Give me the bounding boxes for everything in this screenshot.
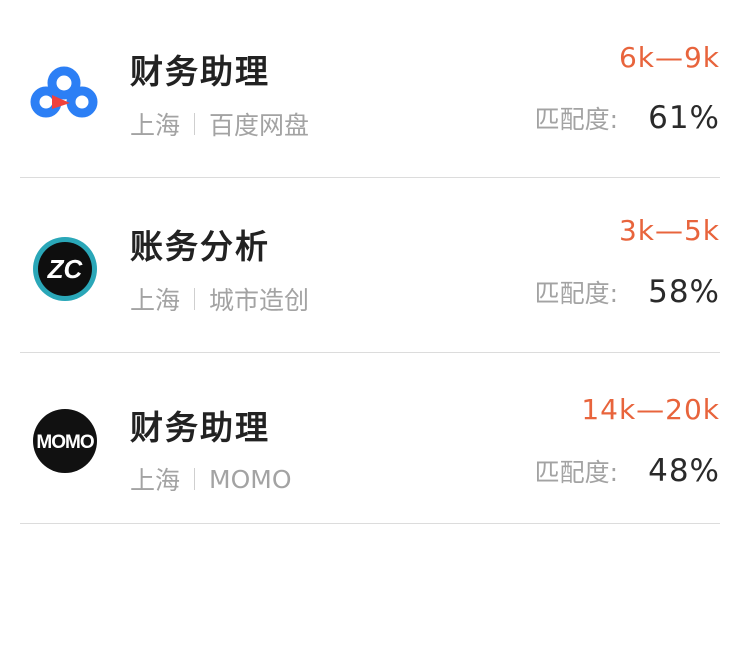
momo-logo-text: MOMO [36,432,93,453]
company-name: 百度网盘 [209,111,310,140]
meta-divider [194,288,196,310]
job-card[interactable]: ZC 账务分析 上海 城市造创 3k—5k 匹配度: 58% [20,178,720,353]
meta-divider [194,468,196,490]
match-label: 匹配度: [534,458,619,487]
job-meta: 上海 百度网盘 [130,106,309,142]
job-meta: 上海 城市造创 [130,281,309,317]
job-city: 上海 [130,111,181,140]
zc-logo-text: ZC [47,254,84,284]
salary-range: 14k—20k [581,393,720,426]
job-city: 上海 [130,286,181,315]
job-card[interactable]: MOMO 财务助理 上海 MOMO 14k—20k 匹配度: 48% [20,353,720,524]
match-label: 匹配度: [534,279,619,308]
baidu-netdisk-logo-icon [30,66,98,118]
salary-range: 6k—9k [618,41,720,74]
job-title: 财务助理 [130,408,270,447]
match-value: 48% [648,453,720,489]
match-value: 58% [648,274,720,310]
job-title: 财务助理 [130,52,270,91]
meta-divider [194,113,196,135]
match-value: 61% [648,100,720,136]
match-score: 匹配度: 48% [535,453,720,489]
match-label: 匹配度: [534,105,619,134]
job-list: 财务助理 上海 百度网盘 6k—9k 匹配度: 61% ZC 账务分析 上海 城… [0,0,750,524]
salary-range: 3k—5k [618,214,720,247]
zc-logo-icon: ZC [33,237,97,301]
job-title: 账务分析 [130,227,270,266]
company-name: MOMO [209,464,292,494]
job-meta: 上海 MOMO [130,461,292,497]
job-card[interactable]: 财务助理 上海 百度网盘 6k—9k 匹配度: 61% [20,0,720,178]
momo-logo-icon: MOMO [33,409,97,473]
match-score: 匹配度: 58% [535,274,720,310]
company-name: 城市造创 [209,286,310,315]
job-city: 上海 [130,466,181,495]
match-score: 匹配度: 61% [535,100,720,136]
